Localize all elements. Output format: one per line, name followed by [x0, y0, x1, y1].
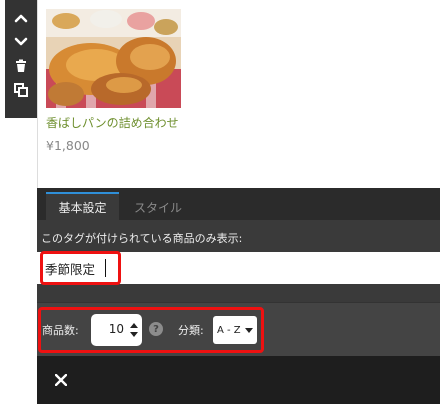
item-count-stepper[interactable]: 10	[91, 314, 142, 346]
tab-basic-settings[interactable]: 基本設定	[46, 192, 119, 220]
chevron-up-icon	[14, 14, 28, 23]
move-down-button[interactable]	[9, 32, 33, 52]
sort-select-value: A - Z	[217, 324, 241, 336]
tag-filter-input[interactable]	[45, 257, 345, 279]
move-up-button[interactable]	[9, 8, 33, 28]
chevron-down-icon	[14, 37, 28, 46]
sort-select[interactable]: A - Z	[213, 316, 257, 344]
bread-photo	[46, 9, 181, 108]
block-editor-panel: 香ばしパンの詰め合わせ ¥1,800 基本設定 スタイル このタグが付けられてい…	[37, 0, 440, 404]
caret-down-icon	[245, 328, 253, 333]
stepper-arrows-icon[interactable]	[129, 320, 139, 340]
tag-input-row	[37, 252, 440, 284]
help-icon[interactable]: ?	[149, 322, 163, 336]
item-count-value: 10	[108, 322, 124, 336]
product-name[interactable]: 香ばしパンの詰め合わせ	[46, 114, 179, 131]
settings-footer	[37, 356, 440, 404]
count-settings-row: 商品数: 10 ? 分類: A - Z	[37, 302, 440, 356]
settings-panel: 基本設定 スタイル このタグが付けられている商品のみ表示: 商品数: 10 ? …	[37, 188, 440, 404]
settings-tabs: 基本設定 スタイル	[37, 188, 440, 220]
basic-settings-section: このタグが付けられている商品のみ表示:	[37, 220, 440, 302]
text-cursor	[105, 259, 106, 277]
product-preview: 香ばしパンの詰め合わせ ¥1,800	[37, 0, 440, 188]
item-count-label: 商品数:	[42, 324, 79, 337]
product-price: ¥1,800	[46, 138, 90, 153]
tab-style[interactable]: スタイル	[126, 194, 190, 220]
close-icon	[55, 374, 67, 386]
sort-label: 分類:	[178, 324, 204, 337]
trash-icon	[16, 59, 26, 72]
tag-filter-label: このタグが付けられている商品のみ表示:	[41, 232, 243, 245]
duplicate-button[interactable]	[9, 80, 33, 100]
copy-icon	[14, 83, 28, 97]
close-button[interactable]	[51, 370, 71, 390]
product-image[interactable]	[46, 9, 181, 108]
block-toolbar	[5, 0, 37, 118]
delete-button[interactable]	[9, 56, 33, 76]
